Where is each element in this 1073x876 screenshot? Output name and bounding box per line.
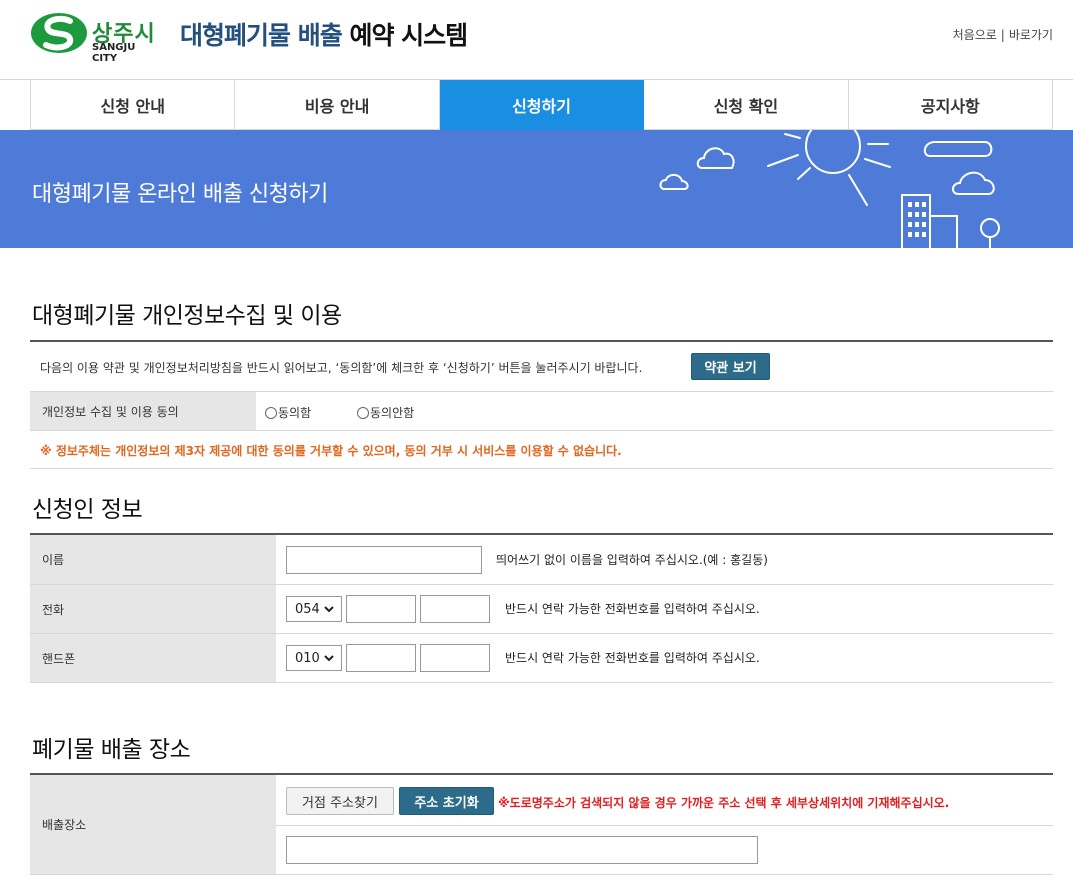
mobile-prefix-select[interactable]: 010 (286, 645, 342, 671)
radio-circle[interactable] (357, 406, 369, 419)
sangju-logo-icon (31, 13, 87, 53)
banner-title: 대형폐기물 온라인 배출 신청하기 (32, 182, 328, 207)
cloud-icon (952, 171, 995, 195)
mobile-help-text: 반드시 연락 가능한 전화번호를 입력하여 주십시오. (505, 651, 760, 665)
section-divider (30, 340, 1053, 342)
nav-apply[interactable]: 신청하기 (439, 80, 645, 130)
link-separator: | (1000, 28, 1005, 42)
nav-guide[interactable]: 신청 안내 (31, 80, 236, 130)
site-title-sub: 예약 시스템 (349, 21, 468, 50)
nav-cost[interactable]: 비용 안내 (235, 80, 440, 130)
row-divider (30, 430, 1053, 431)
phone-label: 전화 (30, 585, 276, 633)
cloud-icon (659, 173, 689, 190)
logo-english-text: SANGJU CITY (92, 42, 136, 64)
top-links: 처음으로 | 바로가기 (953, 26, 1053, 43)
nav-notice[interactable]: 공지사항 (848, 80, 1054, 130)
phone-area-select[interactable]: 054 (286, 596, 342, 622)
name-help-text: 띄어쓰기 없이 이름을 입력하여 주십시오.(예 : 홍길동) (496, 553, 768, 567)
disagree-radio[interactable]: 동의안함 (357, 404, 414, 421)
header: 상주시 SANGJU CITY 대형폐기물 배출 예약 시스템 처음으로 | 바로가… (0, 0, 1073, 80)
privacy-warning: ※ 정보주체는 개인정보의 제3자 제공에 대한 동의를 거부할 수 있으며, … (40, 444, 622, 458)
row-divider (30, 682, 1053, 683)
phone-area-value: 054 (295, 601, 320, 617)
city-logo[interactable]: 상주시 SANGJU CITY (30, 12, 160, 64)
mobile-prefix-value: 010 (295, 650, 320, 666)
site-title: 대형폐기물 배출 예약 시스템 (180, 16, 468, 52)
main-nav: 신청 안내 비용 안내 신청하기 신청 확인 공지사항 (30, 80, 1054, 130)
row-divider (30, 874, 1053, 875)
privacy-notice-text: 다음의 이용 약관 및 개인정보처리방침을 반드시 읽어보고, ‘동의함’에 체… (40, 361, 643, 375)
location-label: 배출장소 (30, 775, 276, 874)
row-divider (30, 468, 1053, 469)
applicant-section-title: 신청인 정보 (32, 497, 143, 523)
mobile-middle-input[interactable] (346, 644, 416, 672)
cloud-icon (923, 141, 993, 157)
name-input[interactable] (286, 546, 482, 574)
search-address-button[interactable]: 거점 주소찾기 (286, 787, 394, 815)
agree-radio[interactable]: 동의함 (265, 404, 311, 421)
privacy-section-title: 대형폐기물 개인정보수집 및 이용 (32, 303, 342, 329)
location-section-title: 폐기물 배출 장소 (32, 737, 191, 763)
phone-middle-input[interactable] (346, 595, 416, 623)
agree-label: 동의함 (278, 406, 312, 420)
chevron-down-icon (324, 655, 334, 662)
city-weather-illustration (659, 130, 1000, 248)
consent-label: 개인정보 수집 및 이용 동의 (30, 392, 256, 430)
home-link[interactable]: 처음으로 (953, 28, 997, 42)
reset-address-button[interactable]: 주소 초기화 (399, 787, 494, 815)
chevron-down-icon (324, 606, 334, 613)
view-terms-button[interactable]: 약관 보기 (691, 353, 770, 380)
mobile-label: 핸드폰 (30, 634, 276, 682)
address-input[interactable] (286, 836, 758, 864)
page-banner: 대형폐기물 온라인 배출 신청하기 (0, 130, 1073, 248)
row-divider (276, 825, 1053, 826)
site-title-main: 대형폐기물 배출 (180, 21, 343, 50)
sun-icon (805, 130, 861, 174)
nav-check[interactable]: 신청 확인 (644, 80, 849, 130)
phone-last-input[interactable] (420, 595, 490, 623)
mobile-last-input[interactable] (420, 644, 490, 672)
name-label: 이름 (30, 535, 276, 584)
address-warning: ※도로명주소가 검색되지 않을 경우 가까운 주소 선택 후 세부상세위치에 기… (498, 796, 950, 810)
shortcut-link[interactable]: 바로가기 (1009, 28, 1053, 42)
disagree-label: 동의안함 (370, 406, 415, 420)
cloud-icon (696, 147, 735, 169)
phone-help-text: 반드시 연락 가능한 전화번호를 입력하여 주십시오. (505, 602, 760, 616)
radio-circle[interactable] (265, 406, 277, 419)
